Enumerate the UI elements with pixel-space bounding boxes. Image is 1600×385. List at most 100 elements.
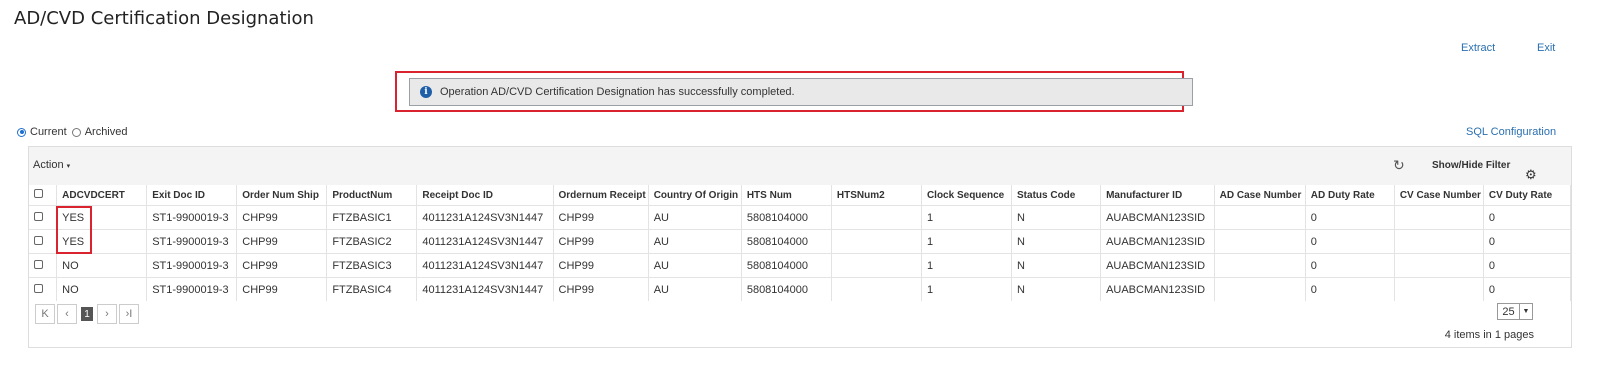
table-cell: NO: [56, 277, 148, 301]
extract-link[interactable]: Extract: [1461, 42, 1495, 54]
table-cell: 0: [1305, 277, 1395, 301]
table-cell: FTZBASIC1: [326, 205, 418, 230]
page-size-select[interactable]: 25 ▼: [1497, 303, 1533, 320]
column-header[interactable]: ADCVDCERT: [56, 185, 148, 206]
table-cell: NO: [56, 253, 148, 278]
row-checkbox[interactable]: [34, 259, 43, 269]
table-cell: ST1-9900019-3: [146, 253, 238, 278]
table-cell: 4011231A124SV3N1447: [416, 205, 554, 230]
table-cell: CHP99: [553, 253, 649, 278]
table-cell: AU: [648, 229, 742, 254]
column-header[interactable]: Ordernum Receipt: [553, 185, 649, 206]
table-cell: CHP99: [236, 229, 328, 254]
current-page-number[interactable]: 1: [81, 307, 93, 321]
column-header[interactable]: Order Num Ship: [236, 185, 328, 206]
table-cell: [1214, 277, 1306, 301]
first-page-button[interactable]: K: [35, 304, 55, 324]
exit-link[interactable]: Exit: [1537, 42, 1555, 54]
table-cell: ST1-9900019-3: [146, 205, 238, 230]
action-menu[interactable]: Action ▾: [33, 159, 70, 171]
table-cell: AUABCMAN123SID: [1100, 277, 1215, 301]
table-cell: ST1-9900019-3: [146, 229, 238, 254]
table-cell: N: [1011, 277, 1102, 301]
table-cell: AU: [648, 253, 742, 278]
column-header[interactable]: AD Case Number: [1214, 185, 1306, 206]
dropdown-arrow-icon: ▼: [1519, 304, 1532, 319]
table-cell: 0: [1305, 205, 1395, 230]
row-select-cell: [29, 229, 58, 254]
row-checkbox[interactable]: [34, 211, 43, 221]
last-page-button[interactable]: ›I: [119, 304, 139, 324]
table-cell: 0: [1483, 277, 1572, 301]
table-cell: 1: [921, 205, 1013, 230]
row-select-cell: [29, 253, 58, 278]
select-all-cell: [29, 185, 58, 206]
table-cell: AUABCMAN123SID: [1100, 205, 1215, 230]
column-header[interactable]: Country Of Origin: [648, 185, 742, 206]
table-cell: CHP99: [236, 277, 328, 301]
table-row[interactable]: YES ST1-9900019-3 CHP99 FTZBASIC1 4011231A12…: [29, 205, 1572, 230]
table-cell: 1: [921, 277, 1013, 301]
column-header[interactable]: AD Duty Rate: [1305, 185, 1395, 206]
table-cell: 4011231A124SV3N1447: [416, 253, 554, 278]
table-cell: 5808104000: [741, 277, 832, 301]
table-cell: N: [1011, 229, 1102, 254]
select-all-checkbox[interactable]: [34, 189, 43, 198]
table-row[interactable]: YES ST1-9900019-3 CHP99 FTZBASIC2 4011231A12…: [29, 229, 1572, 254]
archived-radio[interactable]: [71, 127, 81, 137]
page-size-value: 25: [1502, 305, 1515, 318]
column-header[interactable]: HTS Num: [741, 185, 832, 206]
next-page-button[interactable]: ›: [97, 304, 117, 324]
table-row[interactable]: NO ST1-9900019-3 CHP99 FTZBASIC4 4011231A124…: [29, 277, 1572, 301]
column-header[interactable]: HTSNum2: [831, 185, 922, 206]
refresh-icon[interactable]: ↻: [1393, 157, 1405, 174]
table-cell: 1: [921, 253, 1013, 278]
table-cell: CHP99: [236, 253, 328, 278]
table-cell: 1: [921, 229, 1013, 254]
table-cell: 0: [1305, 229, 1395, 254]
table-cell: 4011231A124SV3N1447: [416, 229, 554, 254]
row-select-cell: [29, 277, 58, 301]
table-cell: CHP99: [553, 277, 649, 301]
column-header[interactable]: Receipt Doc ID: [416, 185, 554, 206]
row-checkbox[interactable]: [34, 235, 43, 245]
column-header[interactable]: ProductNum: [326, 185, 418, 206]
sql-configuration-link[interactable]: SQL Configuration: [1466, 126, 1556, 138]
table-cell: FTZBASIC3: [326, 253, 418, 278]
column-header[interactable]: Status Code: [1011, 185, 1102, 206]
column-header[interactable]: Manufacturer ID: [1100, 185, 1215, 206]
column-header[interactable]: Exit Doc ID: [146, 185, 238, 206]
row-checkbox[interactable]: [34, 283, 43, 293]
table-cell: ST1-9900019-3: [146, 277, 238, 301]
gear-icon[interactable]: ⚙: [1525, 167, 1537, 183]
table-cell: [1214, 229, 1306, 254]
table-cell: CHP99: [553, 229, 649, 254]
success-notice: i Operation AD/CVD Certification Designa…: [409, 78, 1193, 106]
grid-panel: Action ▾ ↻ Show/Hide Filter ⚙ ADCVDCERT E…: [28, 146, 1572, 348]
table-cell: CHP99: [236, 205, 328, 230]
table-row[interactable]: NO ST1-9900019-3 CHP99 FTZBASIC3 4011231A124…: [29, 253, 1572, 278]
items-summary: 4 items in 1 pages: [1444, 329, 1534, 341]
table-cell: 5808104000: [741, 229, 832, 254]
table-cell: N: [1011, 205, 1102, 230]
table-cell: AU: [648, 277, 742, 301]
pager: K ‹ 1 › ›I: [35, 304, 141, 324]
table-cell: 0: [1483, 229, 1572, 254]
column-header[interactable]: CV Duty Rate: [1483, 185, 1572, 206]
column-header[interactable]: CV Case Number: [1394, 185, 1484, 206]
show-hide-filter-button[interactable]: Show/Hide Filter: [1432, 160, 1510, 171]
table-cell: 0: [1483, 253, 1572, 278]
table-cell: [1214, 253, 1306, 278]
view-toggle: Current Archived: [17, 126, 127, 138]
current-radio[interactable]: [17, 127, 26, 137]
prev-page-button[interactable]: ‹: [57, 304, 77, 324]
column-header[interactable]: Clock Sequence: [921, 185, 1013, 206]
table-cell: 5808104000: [741, 253, 832, 278]
page-title: AD/CVD Certification Designation: [14, 8, 314, 29]
table-cell: [831, 229, 922, 254]
table-cell: 0: [1305, 253, 1395, 278]
action-label: Action: [33, 159, 64, 171]
grid-toolbar: Action ▾ ↻ Show/Hide Filter ⚙: [29, 147, 1571, 185]
table-cell: [1394, 253, 1484, 278]
yes-highlight: [56, 206, 92, 254]
